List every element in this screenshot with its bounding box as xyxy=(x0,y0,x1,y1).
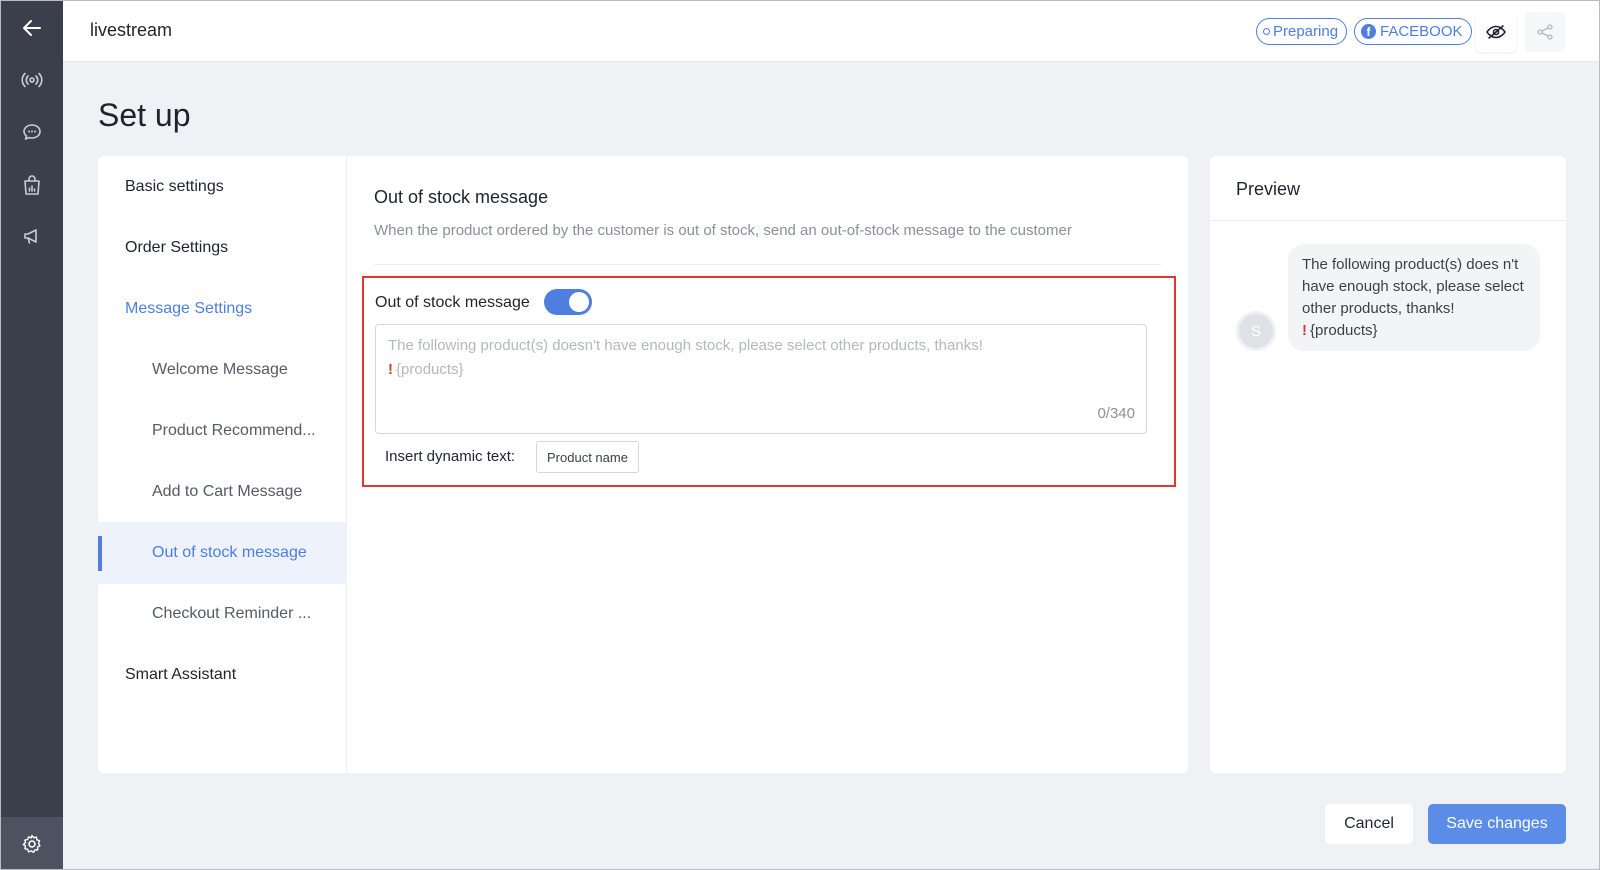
left-rail xyxy=(1,1,63,869)
status-dot-icon xyxy=(1263,28,1270,35)
warning-icon: ! xyxy=(388,361,393,378)
nav-smart-assistant[interactable]: Smart Assistant xyxy=(98,644,347,706)
cancel-button[interactable]: Cancel xyxy=(1325,804,1413,844)
section-divider xyxy=(374,264,1161,265)
nav-add-to-cart-message[interactable]: Add to Cart Message xyxy=(98,461,347,523)
char-counter: 0/340 xyxy=(1097,405,1135,422)
settings-card: Basic settings Order Settings Message Se… xyxy=(98,156,1188,773)
broadcast-icon[interactable] xyxy=(1,55,63,105)
message-textarea[interactable]: The following product(s) doesn't have en… xyxy=(375,324,1147,434)
nav-order-settings[interactable]: Order Settings xyxy=(98,217,347,279)
preview-divider xyxy=(1210,220,1566,221)
section-description: When the product ordered by the customer… xyxy=(374,222,1072,239)
megaphone-icon[interactable] xyxy=(1,211,63,261)
section-title: Out of stock message xyxy=(374,187,549,207)
settings-content: Out of stock message When the product or… xyxy=(347,156,1188,773)
shop-stats-icon[interactable] xyxy=(1,160,63,210)
settings-nav: Basic settings Order Settings Message Se… xyxy=(98,156,347,773)
placeholder-variable: {products} xyxy=(396,361,464,378)
placeholder-line-1: The following product(s) doesn't have en… xyxy=(388,337,983,354)
bubble-variable: {products} xyxy=(1310,322,1378,339)
toggle-label: Out of stock message xyxy=(375,294,530,311)
nav-out-of-stock-message[interactable]: Out of stock message xyxy=(98,522,347,584)
eye-slash-icon xyxy=(1486,25,1506,39)
nav-welcome-message[interactable]: Welcome Message xyxy=(98,339,347,401)
app-window: livestream Preparing f FACEBOOK Set up B… xyxy=(0,0,1600,870)
nav-basic-settings[interactable]: Basic settings xyxy=(98,156,347,218)
bubble-variable-line: ! {products} xyxy=(1302,320,1526,342)
insert-dynamic-label: Insert dynamic text: xyxy=(385,448,516,465)
message-bubble: The following product(s) does n't have e… xyxy=(1288,244,1540,351)
warning-icon: ! xyxy=(1302,322,1307,339)
chat-icon[interactable] xyxy=(1,107,63,157)
status-label: Preparing xyxy=(1273,23,1339,40)
nav-product-recommend[interactable]: Product Recommend... xyxy=(98,400,347,462)
nav-checkout-reminder[interactable]: Checkout Reminder ... xyxy=(98,583,347,645)
placeholder-line-2: ! {products} xyxy=(388,358,1134,382)
toggle-knob xyxy=(569,292,589,312)
bubble-text: The following product(s) does n't have e… xyxy=(1302,256,1524,317)
top-header: livestream Preparing f FACEBOOK xyxy=(63,1,1599,62)
out-of-stock-form: Out of stock message The following produ… xyxy=(362,276,1176,487)
nav-message-settings[interactable]: Message Settings xyxy=(98,278,347,340)
insert-product-name-button[interactable]: Product name xyxy=(536,441,639,473)
preview-title: Preview xyxy=(1236,179,1301,199)
save-changes-button[interactable]: Save changes xyxy=(1428,804,1566,844)
status-badge: Preparing xyxy=(1256,18,1348,45)
back-arrow-icon[interactable] xyxy=(1,3,63,53)
settings-gear-icon[interactable] xyxy=(1,817,63,869)
app-title: livestream xyxy=(90,20,173,40)
hide-preview-button[interactable] xyxy=(1476,12,1516,52)
page-title: Set up xyxy=(98,97,191,133)
platform-label: FACEBOOK xyxy=(1380,23,1463,40)
preview-panel: Preview The following product(s) does n'… xyxy=(1210,156,1566,773)
avatar: S xyxy=(1236,311,1276,351)
platform-badge: f FACEBOOK xyxy=(1354,18,1472,45)
share-button[interactable] xyxy=(1525,12,1565,52)
facebook-icon: f xyxy=(1361,24,1376,39)
out-of-stock-toggle[interactable] xyxy=(544,289,592,315)
share-icon xyxy=(1537,24,1553,40)
